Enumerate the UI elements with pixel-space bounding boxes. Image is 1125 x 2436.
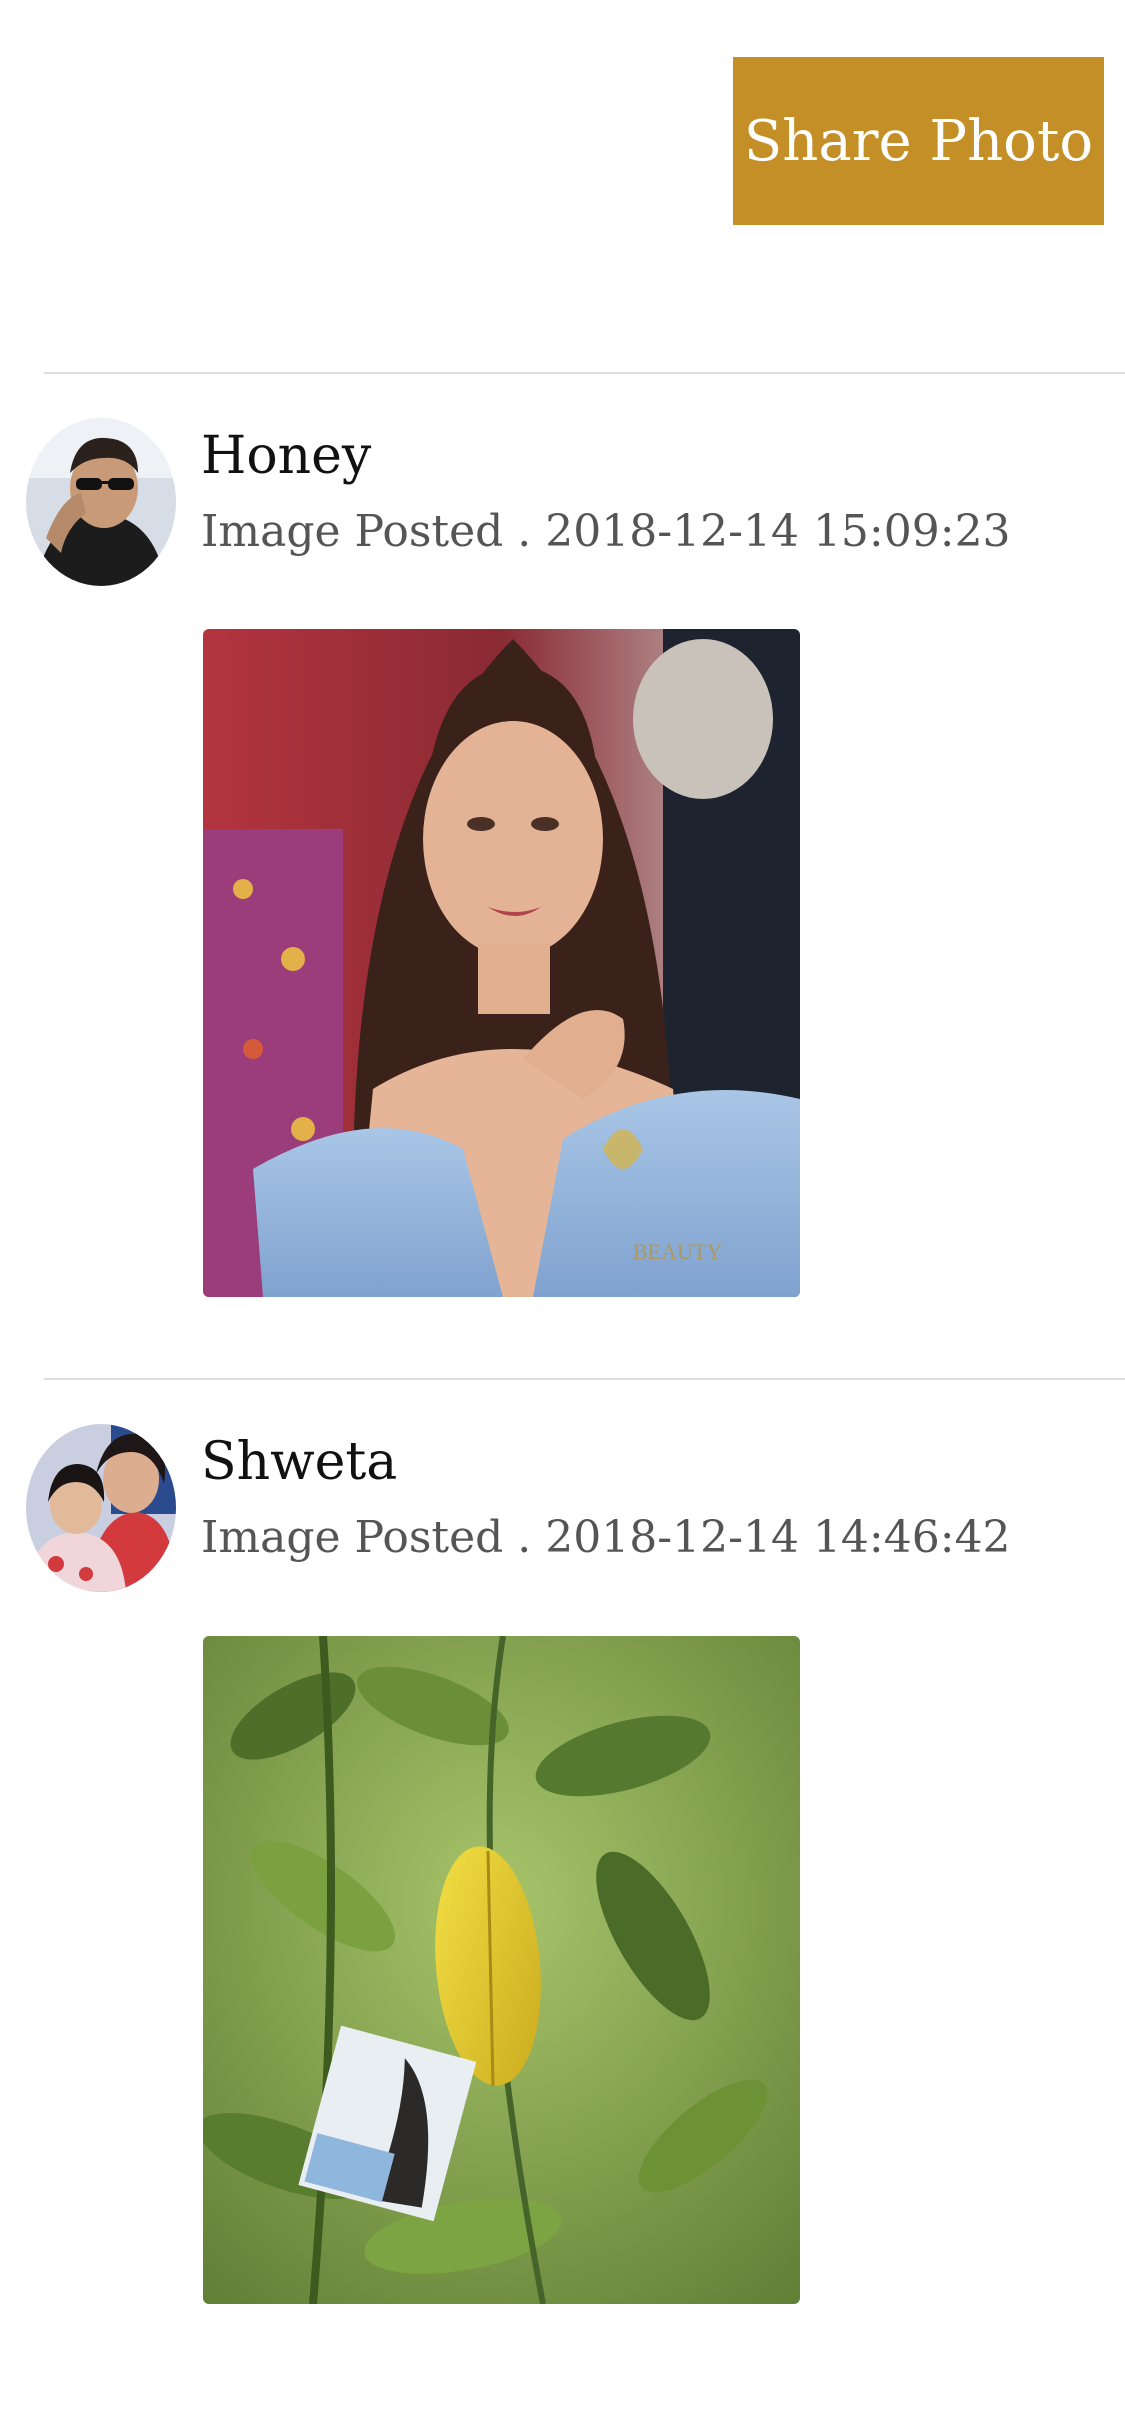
post-username[interactable]: Honey	[201, 430, 371, 482]
svg-text:BEAUTY: BEAUTY	[633, 1239, 722, 1264]
user-avatar[interactable]	[26, 1424, 176, 1592]
post-username[interactable]: Shweta	[201, 1436, 397, 1488]
user-avatar-image	[26, 1424, 176, 1592]
post-meta: Image Posted . 2018-12-14 15:09:23	[201, 506, 1011, 557]
user-avatar-image	[26, 418, 176, 586]
feed-divider	[44, 1378, 1125, 1380]
leaves-photo-image	[203, 1636, 800, 2304]
post-photo[interactable]	[203, 1636, 800, 2304]
user-avatar[interactable]	[26, 418, 176, 586]
portrait-photo-image: BEAUTY	[203, 629, 800, 1297]
share-photo-button[interactable]: Share Photo	[733, 57, 1104, 225]
post-photo[interactable]: BEAUTY	[203, 629, 800, 1297]
header-bar: Share Photo	[0, 0, 1125, 372]
post-meta: Image Posted . 2018-12-14 14:46:42	[201, 1512, 1011, 1563]
feed-divider	[44, 372, 1125, 374]
